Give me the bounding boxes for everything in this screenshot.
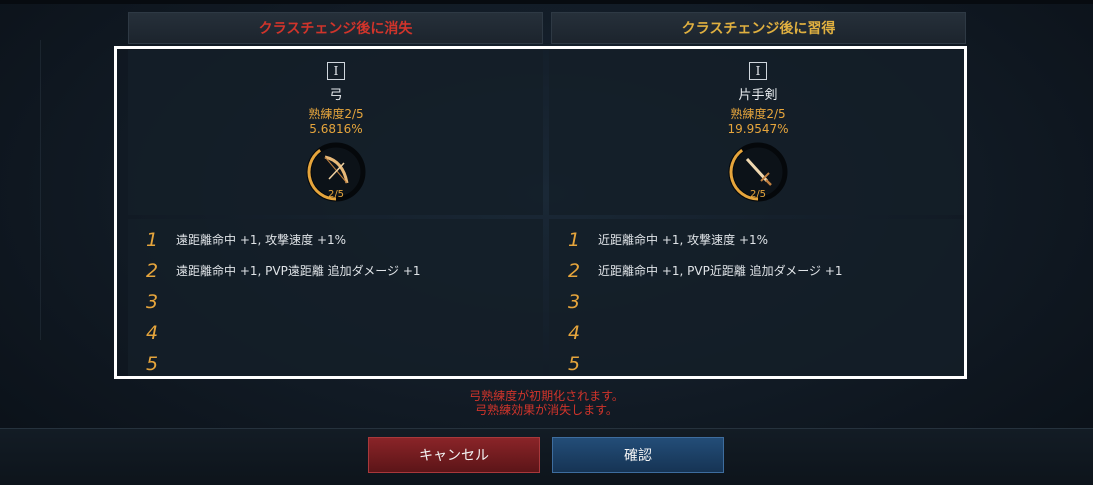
cancel-button-label: キャンセル — [419, 448, 489, 464]
gain-header: クラスチェンジ後に習得 — [551, 12, 966, 44]
button-bar — [0, 428, 1093, 485]
warning-line-1: 弓熟練度が初期化されます。 — [469, 389, 624, 403]
cancel-button[interactable]: キャンセル — [368, 437, 540, 473]
lost-header: クラスチェンジ後に消失 — [128, 12, 543, 44]
background-decoration — [40, 40, 101, 340]
warning-message: 弓熟練度が初期化されます。 弓熟練効果が消失します。 — [0, 389, 1093, 417]
highlight-frame — [114, 46, 967, 379]
confirm-button[interactable]: 確認 — [552, 437, 724, 473]
gain-header-label: クラスチェンジ後に習得 — [681, 21, 836, 37]
lost-header-label: クラスチェンジ後に消失 — [258, 21, 413, 37]
top-edge — [0, 0, 1093, 4]
warning-line-2: 弓熟練効果が消失します。 — [475, 403, 618, 417]
confirm-button-label: 確認 — [624, 448, 652, 464]
